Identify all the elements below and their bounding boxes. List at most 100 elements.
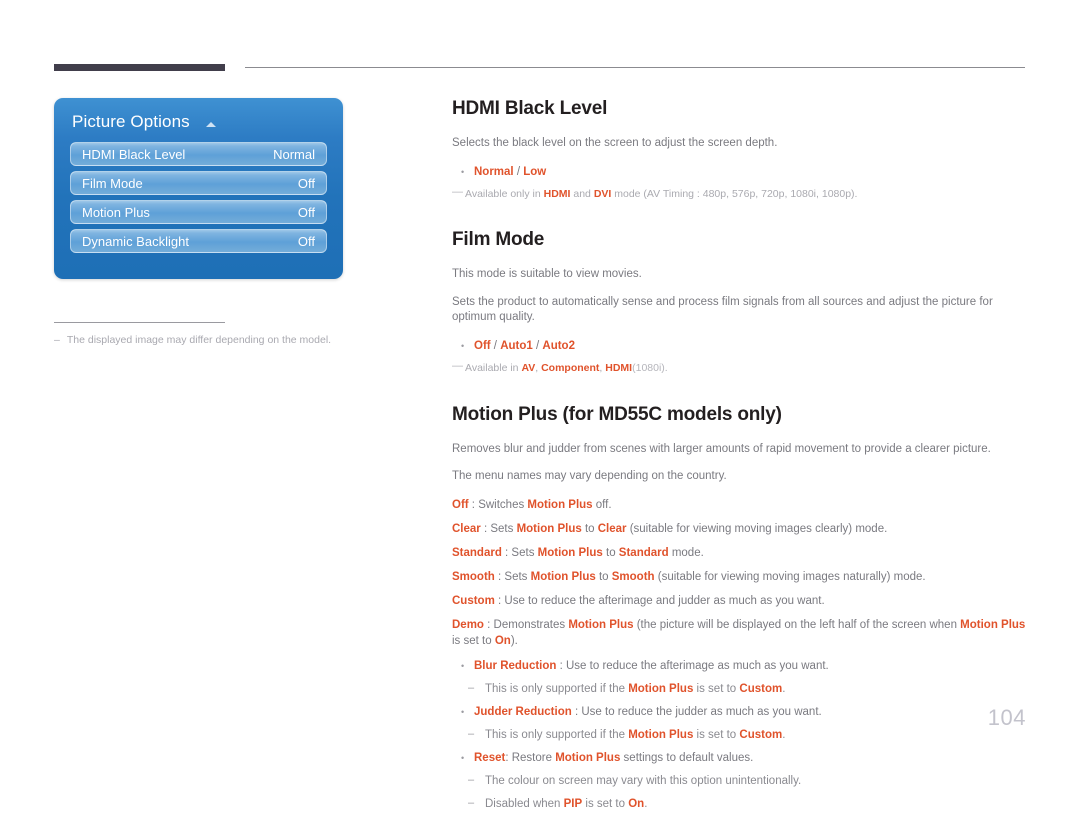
option-separator-1: /: [490, 339, 501, 352]
option-ref-2: Smooth: [611, 571, 655, 584]
option-mid: : Sets: [501, 547, 538, 560]
film-mode-description-1: This mode is suitable to view movies.: [452, 268, 642, 281]
option-tail: (suitable for viewing moving images clea…: [626, 522, 888, 535]
colour-note-text: The colour on screen may vary with this …: [485, 775, 802, 788]
option-ref: Motion Plus: [568, 619, 634, 632]
note-pip: PIP: [563, 798, 583, 811]
option-low: Low: [523, 165, 547, 178]
note-on: On: [628, 798, 645, 811]
osd-title-row: Picture Options: [54, 98, 343, 142]
osd-row-value: Off: [297, 233, 315, 249]
osd-row-motion-plus[interactable]: Motion Plus Off: [70, 200, 327, 224]
bullet-marker: •: [461, 706, 465, 717]
osd-row-label: Film Mode: [82, 175, 143, 191]
blur-reduction-condition-note: – This is only supported if the Motion P…: [452, 681, 1027, 697]
picture-options-osd-panel: Picture Options HDMI Black Level Normal …: [54, 98, 343, 279]
note-component: Component: [541, 362, 600, 375]
option-ref-2: Clear: [597, 522, 627, 535]
option-ref: Motion Plus: [527, 498, 593, 511]
film-mode-option-text: Off / Auto1 / Auto2: [474, 338, 1027, 354]
motion-plus-option-off: Off : Switches Motion Plus off.: [452, 497, 1027, 513]
osd-row-label: HDMI Black Level: [82, 146, 186, 162]
note-prefix: Available in: [465, 362, 522, 375]
availability-note-text: Available in AV, Component, HDMI(1080i).: [465, 361, 1027, 376]
option-normal: Normal: [474, 165, 514, 178]
note-dvi: DVI: [593, 187, 612, 200]
option-name: Smooth: [452, 571, 495, 584]
left-note-text: The displayed image may differ depending…: [66, 334, 332, 346]
note-mid: is set to: [693, 682, 740, 695]
availability-note-text: Available only in HDMI and DVI mode (AV …: [465, 187, 1027, 202]
option-mid: : Demonstrates: [483, 619, 569, 632]
motion-plus-sub-reset: • Reset: Restore Motion Plus settings to…: [452, 750, 1027, 766]
section-motion-plus: Motion Plus (for MD55C models only) Remo…: [452, 404, 1027, 813]
header-rule-thin: [245, 67, 1025, 68]
dash-marker: –: [468, 681, 475, 694]
page-title-hdmi-black-level: HDMI Black Level: [452, 98, 608, 119]
option-mid: : Use to reduce the afterimage and judde…: [494, 595, 825, 608]
option-tail: off.: [592, 498, 612, 511]
option-ref: Motion Plus: [516, 522, 582, 535]
osd-row-hdmi-black-level[interactable]: HDMI Black Level Normal: [70, 142, 327, 166]
sub-item-description: : Use to reduce the afterimage as much a…: [556, 659, 829, 672]
left-note-divider: [54, 322, 225, 323]
sub-item-text: Blur Reduction : Use to reduce the after…: [474, 658, 1027, 674]
dash-marker: —: [452, 360, 463, 373]
reset-pip-note: – Disabled when PIP is set to On.: [452, 796, 1027, 812]
option-mid-3: is set to: [452, 635, 495, 648]
right-column: HDMI Black Level Selects the black level…: [452, 98, 1027, 819]
bullet-marker: •: [461, 660, 465, 671]
note-suffix: .: [644, 798, 648, 811]
osd-title: Picture Options: [72, 112, 190, 131]
film-mode-options: • Off / Auto1 / Auto2: [452, 338, 1027, 354]
motion-plus-description-2: The menu names may vary depending on the…: [452, 470, 727, 483]
hdmi-black-level-description: Selects the black level on the screen to…: [452, 137, 778, 149]
left-note: – The displayed image may differ dependi…: [54, 333, 344, 348]
option-separator: /: [513, 165, 524, 178]
pip-note-text: Disabled when PIP is set to On.: [485, 796, 1027, 812]
section-hdmi-black-level: HDMI Black Level Selects the black level…: [452, 98, 1027, 201]
dash-marker: –: [468, 774, 475, 787]
sub-item-name: Judder Reduction: [474, 705, 572, 718]
judder-reduction-condition-note: – This is only supported if the Motion P…: [452, 727, 1027, 743]
condition-note-text: This is only supported if the Motion Plu…: [485, 727, 1027, 743]
sub-item-text: Reset: Restore Motion Plus settings to d…: [474, 750, 1027, 766]
option-name: Clear: [452, 522, 481, 535]
left-column: Picture Options HDMI Black Level Normal …: [54, 98, 344, 348]
film-mode-description-2: Sets the product to automatically sense …: [452, 295, 993, 324]
hdmi-black-level-availability-note: — Available only in HDMI and DVI mode (A…: [452, 186, 1027, 202]
option-ref-2: Motion Plus: [960, 619, 1026, 632]
reset-colour-note: – The colour on screen may vary with thi…: [452, 773, 1027, 789]
motion-plus-option-smooth: Smooth : Sets Motion Plus to Smooth (sui…: [452, 569, 1027, 585]
option-separator-2: /: [532, 339, 543, 352]
note-hdmi: HDMI: [543, 187, 571, 200]
option-tail: ).: [510, 635, 518, 648]
motion-plus-option-custom: Custom : Use to reduce the afterimage an…: [452, 593, 1027, 609]
sub-item-text: Judder Reduction : Use to reduce the jud…: [474, 704, 1027, 720]
motion-plus-option-standard: Standard : Sets Motion Plus to Standard …: [452, 545, 1027, 561]
option-mid-2: to: [581, 522, 598, 535]
osd-row-value: Normal: [273, 146, 315, 162]
motion-plus-sub-blur-reduction: • Blur Reduction : Use to reduce the aft…: [452, 658, 1027, 674]
sub-item-suffix: settings to default values.: [620, 752, 754, 765]
option-name: Standard: [452, 547, 502, 560]
dash-marker: –: [54, 334, 60, 346]
osd-row-film-mode[interactable]: Film Mode Off: [70, 171, 327, 195]
option-mid: : Sets: [494, 571, 531, 584]
note-hdmi: HDMI: [605, 362, 633, 375]
note-suffix: mode (AV Timing : 480p, 576p, 720p, 1080…: [611, 187, 858, 200]
hdmi-black-level-option-text: Normal / Low: [474, 164, 1027, 180]
note-ref: Motion Plus: [628, 728, 694, 741]
option-name: Off: [452, 498, 469, 511]
note-prefix: This is only supported if the: [485, 682, 629, 695]
option-name: Demo: [452, 619, 484, 632]
option-tail: mode.: [668, 547, 704, 560]
page-number: 104: [987, 705, 1026, 730]
motion-plus-sub-judder-reduction: • Judder Reduction : Use to reduce the j…: [452, 704, 1027, 720]
osd-row-dynamic-backlight[interactable]: Dynamic Backlight Off: [70, 229, 327, 253]
note-and: and: [570, 187, 594, 200]
sub-item-description: : Use to reduce the judder as much as yo…: [571, 705, 822, 718]
osd-row-label: Motion Plus: [82, 204, 150, 220]
option-tail: (suitable for viewing moving images natu…: [654, 571, 926, 584]
option-mid: : Sets: [480, 522, 517, 535]
